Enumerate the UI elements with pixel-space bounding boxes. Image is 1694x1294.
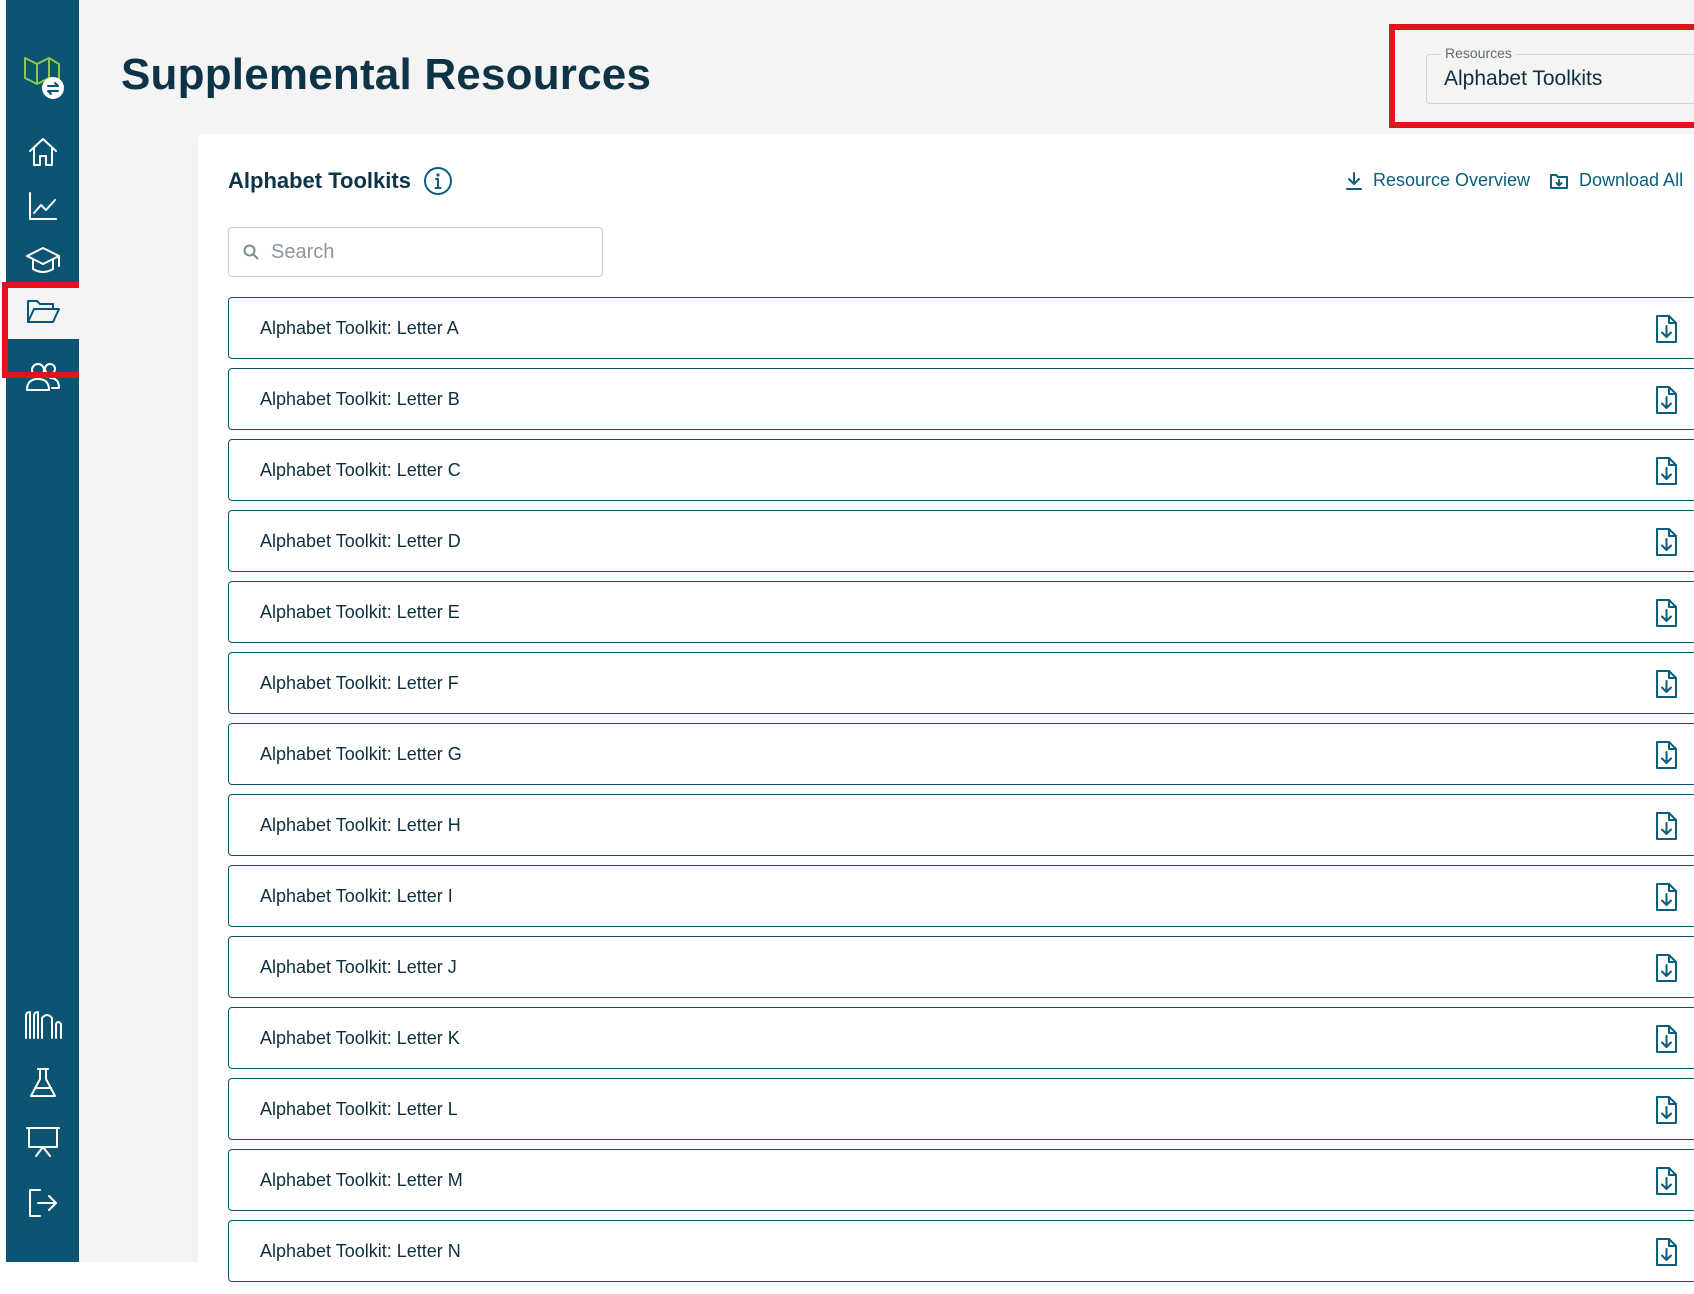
sidebar-item-lab[interactable] <box>6 1054 79 1112</box>
file-download-icon[interactable] <box>1653 953 1679 983</box>
page-title: Supplemental Resources <box>121 50 652 99</box>
resource-overview-label: Resource Overview <box>1373 170 1531 190</box>
sidebar <box>6 0 79 1262</box>
resource-row-label: Alphabet Toolkit: Letter N <box>260 1240 461 1261</box>
file-download-icon[interactable] <box>1653 598 1679 628</box>
resource-row[interactable]: Alphabet Toolkit: Letter C <box>228 439 1694 501</box>
folder-download-icon <box>1550 173 1568 189</box>
resource-row[interactable]: Alphabet Toolkit: Letter I <box>228 865 1694 927</box>
resource-row[interactable]: Alphabet Toolkit: Letter L <box>228 1078 1694 1140</box>
card-title: Alphabet Toolkits <box>228 168 411 193</box>
sidebar-item-reports[interactable] <box>6 177 79 235</box>
chart-line-icon <box>28 192 57 220</box>
resource-row[interactable]: Alphabet Toolkit: Letter N <box>228 1220 1694 1282</box>
resource-row[interactable]: Alphabet Toolkit: Letter E <box>228 581 1694 643</box>
file-download-icon[interactable] <box>1653 740 1679 770</box>
download-all-label: Download All <box>1579 170 1684 190</box>
resource-row[interactable]: Alphabet Toolkit: Letter J <box>228 936 1694 998</box>
resources-card: Alphabet Toolkits Resource Overview Down… <box>198 134 1694 1294</box>
resource-row[interactable]: Alphabet Toolkit: Letter D <box>228 510 1694 572</box>
file-download-icon[interactable] <box>1653 1095 1679 1125</box>
resource-row-label: Alphabet Toolkit: Letter F <box>260 672 459 693</box>
resource-row[interactable]: Alphabet Toolkit: Letter B <box>228 368 1694 430</box>
resource-row-label: Alphabet Toolkit: Letter B <box>260 388 460 409</box>
resource-row-label: Alphabet Toolkit: Letter E <box>260 601 460 622</box>
search-icon <box>243 244 259 260</box>
file-download-icon[interactable] <box>1653 811 1679 841</box>
file-download-icon[interactable] <box>1653 1166 1679 1196</box>
file-download-icon[interactable] <box>1653 314 1679 344</box>
sidebar-item-home[interactable] <box>6 123 79 181</box>
highlight-annotation-select <box>1389 24 1694 128</box>
resource-list: Alphabet Toolkit: Letter A Alphabet Toolk… <box>228 297 1694 1291</box>
logout-icon <box>28 1189 57 1217</box>
info-icon[interactable] <box>423 166 453 196</box>
download-icon <box>1346 171 1362 190</box>
app-switcher-logo[interactable] <box>6 46 79 104</box>
resource-row-label: Alphabet Toolkit: Letter K <box>260 1027 460 1048</box>
file-download-icon[interactable] <box>1653 882 1679 912</box>
resource-row-label: Alphabet Toolkit: Letter M <box>260 1169 463 1190</box>
resource-row-label: Alphabet Toolkit: Letter J <box>260 956 457 977</box>
resource-row[interactable]: Alphabet Toolkit: Letter F <box>228 652 1694 714</box>
file-download-icon[interactable] <box>1653 1237 1679 1267</box>
resource-row-label: Alphabet Toolkit: Letter H <box>260 814 461 835</box>
resource-row-label: Alphabet Toolkit: Letter C <box>260 459 461 480</box>
resource-row[interactable]: Alphabet Toolkit: Letter A <box>228 297 1694 359</box>
resource-row-label: Alphabet Toolkit: Letter D <box>260 530 461 551</box>
home-icon <box>28 138 57 166</box>
resource-row[interactable]: Alphabet Toolkit: Letter M <box>228 1149 1694 1211</box>
logo-icon <box>23 57 64 99</box>
library-icon <box>24 1011 62 1039</box>
sidebar-item-library[interactable] <box>6 996 79 1054</box>
search-box[interactable] <box>228 227 603 277</box>
resource-row-label: Alphabet Toolkit: Letter L <box>260 1098 458 1119</box>
main-content: Supplemental Resources Resources Alphabe… <box>79 0 1694 1294</box>
sidebar-item-logout[interactable] <box>6 1174 79 1232</box>
resource-row-label: Alphabet Toolkit: Letter I <box>260 885 453 906</box>
resource-row-label: Alphabet Toolkit: Letter G <box>260 743 462 764</box>
sidebar-item-presentation[interactable] <box>6 1113 79 1171</box>
file-download-icon[interactable] <box>1653 527 1679 557</box>
graduation-cap-icon <box>25 247 60 273</box>
highlight-annotation-sidebar <box>2 282 85 378</box>
resource-row[interactable]: Alphabet Toolkit: Letter K <box>228 1007 1694 1069</box>
file-download-icon[interactable] <box>1653 456 1679 486</box>
file-download-icon[interactable] <box>1653 1024 1679 1054</box>
flask-icon <box>29 1068 56 1097</box>
resource-row-label: Alphabet Toolkit: Letter A <box>260 317 459 338</box>
resource-row[interactable]: Alphabet Toolkit: Letter G <box>228 723 1694 785</box>
file-download-icon[interactable] <box>1653 385 1679 415</box>
resource-overview-link[interactable]: Resource Overview <box>1345 170 1530 191</box>
download-all-link[interactable]: Download All <box>1549 170 1683 191</box>
file-download-icon[interactable] <box>1653 669 1679 699</box>
presentation-icon <box>25 1127 60 1157</box>
search-input[interactable] <box>269 239 573 265</box>
resource-row[interactable]: Alphabet Toolkit: Letter H <box>228 794 1694 856</box>
